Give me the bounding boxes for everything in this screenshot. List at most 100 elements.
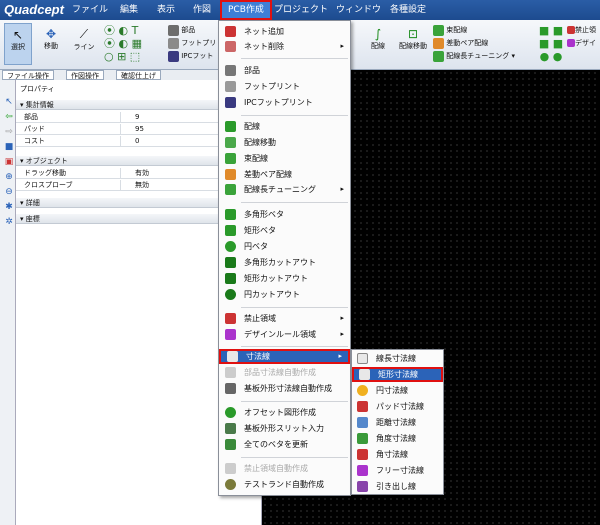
menu-item-dimension[interactable]: 寸法線 ▸ — [219, 349, 350, 364]
dimension-icon — [227, 351, 238, 362]
net-add-icon — [225, 26, 236, 37]
part-icon — [225, 65, 236, 76]
menu-item-circle-pour[interactable]: 円ベタ — [219, 239, 350, 254]
submenu-item-distance-dim[interactable]: 距離寸法線 — [352, 415, 443, 430]
menu-pcb[interactable]: PCB作成 — [220, 0, 272, 20]
menu-item-polygon-pour[interactable]: 多角形ベタ — [219, 207, 350, 222]
menu-item-update-pours[interactable]: 全てのベタを更新 — [219, 437, 350, 452]
design-rule-button[interactable]: デザイ — [567, 37, 600, 50]
pour-tools-icons[interactable]: ■ ■ ■ ■ ● ● — [531, 24, 571, 63]
menu-item-offset-shape[interactable]: オフセット図形作成 — [219, 405, 350, 420]
menu-settings[interactable]: 各種設定 — [384, 0, 432, 20]
tab-check-finish[interactable]: 確認仕上げ — [116, 70, 161, 80]
ipc-icon — [168, 50, 179, 62]
tab-file-ops[interactable]: ファイル操作 — [2, 70, 54, 80]
distance-dim-icon — [357, 417, 368, 428]
menu-item-net-add[interactable]: ネット追加 — [219, 24, 350, 39]
menu-item-wiring-move[interactable]: 配線移動 — [219, 135, 350, 150]
tab-draw-ops[interactable]: 作図操作 — [66, 70, 104, 80]
menu-edit[interactable]: 編集 — [114, 0, 144, 20]
menu-item-auto-part-dim: 部品寸法線自動作成 — [219, 365, 350, 380]
menu-item-board-slit[interactable]: 基板外形スリット入力 — [219, 421, 350, 436]
menu-item-diff-pair[interactable]: 差動ペア配線 — [219, 167, 350, 182]
menu-item-ipc-footprint[interactable]: IPCフットプリント — [219, 95, 350, 110]
part-button[interactable]: 部品 — [168, 24, 216, 37]
menu-item-circle-cutout[interactable]: 円カットアウト — [219, 287, 350, 302]
menu-item-auto-keepout: 禁止領域自動作成 — [219, 461, 350, 476]
auto-board-dim-icon — [225, 383, 236, 394]
free-dim-icon — [357, 465, 368, 476]
menu-item-length-tune[interactable]: 配線長チューニング ▸ — [219, 182, 350, 197]
menu-project[interactable]: プロジェクト — [268, 0, 334, 20]
design-rule-icon — [225, 329, 236, 340]
wiring-button[interactable]: ∫ 配線 — [365, 23, 391, 65]
diff-pair-icon — [225, 169, 236, 180]
menu-item-rect-pour[interactable]: 矩形ベタ — [219, 223, 350, 238]
menu-file[interactable]: ファイル — [66, 0, 114, 20]
ipc-footprint-button[interactable]: IPCフット — [168, 50, 218, 63]
submenu-item-angle-dim[interactable]: 角度寸法線 — [352, 431, 443, 446]
menu-item-part[interactable]: 部品 — [219, 63, 350, 78]
length-tune-icon — [433, 50, 444, 62]
bundle-icon — [433, 24, 444, 36]
move-button[interactable]: ✥ 移動 — [37, 23, 65, 65]
pad-dim-icon — [357, 401, 368, 412]
rect-pour-icon — [225, 225, 236, 236]
wiring-icon — [225, 121, 236, 132]
leader-icon — [357, 481, 368, 492]
submenu-item-pad-dim[interactable]: パッド寸法線 — [352, 399, 443, 414]
menu-item-auto-test-land[interactable]: テストランド自動作成 — [219, 477, 350, 492]
select-button[interactable]: ↖ 選択 — [4, 23, 32, 65]
keepout-icon — [225, 313, 236, 324]
submenu-item-rect-dim[interactable]: 矩形寸法線 — [352, 367, 443, 382]
menu-item-bundle[interactable]: 束配線 — [219, 151, 350, 166]
left-toolbar-icons[interactable]: ↖ ⇦ ⇨ ■ ▣ ⊕ ⊖ ✱ ✲ — [3, 95, 15, 230]
footprint-icon — [168, 37, 179, 49]
submenu-item-free-dim[interactable]: フリー寸法線 — [352, 463, 443, 478]
line-button[interactable]: ⟋ ライン — [70, 23, 98, 65]
menu-item-wiring[interactable]: 配線 — [219, 119, 350, 134]
diff-pair-button[interactable]: 差動ペア配線 — [433, 37, 513, 50]
submenu-item-leader[interactable]: 引き出し線 — [352, 479, 443, 494]
keepout-icon — [567, 26, 575, 34]
keepout-button[interactable]: 禁止領 — [567, 24, 600, 37]
footprint-button[interactable]: フットプリ — [168, 37, 218, 50]
auto-dim-icon — [225, 367, 236, 378]
circle-pour-icon — [225, 241, 236, 252]
menu-item-design-rule[interactable]: デザインルール領域 ▸ — [219, 327, 350, 342]
menu-item-footprint[interactable]: フットプリント — [219, 79, 350, 94]
board-slit-icon — [225, 423, 236, 434]
menu-window[interactable]: ウィンドウ — [330, 0, 387, 20]
app-logo: Quadcept — [4, 2, 64, 17]
menu-item-rect-cutout[interactable]: 矩形カットアウト — [219, 271, 350, 286]
length-tune-icon — [225, 184, 236, 195]
menu-item-net-delete[interactable]: ネット削除 ▸ — [219, 39, 350, 54]
length-tune-button[interactable]: 配線長チューニング ▾ — [433, 50, 528, 63]
wiring-move-icon — [225, 137, 236, 148]
length-dim-icon — [357, 353, 368, 364]
draw-tools-icons[interactable]: ⦿ ◐ T ⦿ ◐ ▦ ○ ⊞ ⬚ — [104, 24, 149, 64]
net-delete-icon — [225, 41, 236, 52]
angle-dim-icon — [357, 433, 368, 444]
update-pours-icon — [225, 439, 236, 450]
test-land-icon — [225, 479, 236, 490]
submenu-item-corner-dim[interactable]: 角寸法線 — [352, 447, 443, 462]
rect-cutout-icon — [225, 273, 236, 284]
submenu-item-length-dim[interactable]: 線長寸法線 — [352, 351, 443, 366]
menu-item-auto-board-dim[interactable]: 基板外形寸法線自動作成 — [219, 381, 350, 396]
auto-keepout-icon — [225, 463, 236, 474]
part-icon — [168, 24, 179, 36]
circle-cutout-icon — [225, 289, 236, 300]
polygon-cutout-icon — [225, 257, 236, 268]
menu-draw[interactable]: 作図 — [187, 0, 217, 20]
offset-shape-icon — [225, 407, 236, 418]
menu-view[interactable]: 表示 — [151, 0, 181, 20]
bundle-icon — [225, 153, 236, 164]
menu-item-polygon-cutout[interactable]: 多角形カットアウト — [219, 255, 350, 270]
wiring-move-button[interactable]: ⊡ 配線移動 — [396, 23, 430, 65]
rect-dim-icon — [359, 369, 370, 380]
menu-item-keepout[interactable]: 禁止領域 ▸ — [219, 311, 350, 326]
submenu-item-circle-dim[interactable]: 円寸法線 — [352, 383, 443, 398]
footprint-icon — [225, 81, 236, 92]
bundle-wiring-button[interactable]: 束配線 — [433, 24, 513, 37]
